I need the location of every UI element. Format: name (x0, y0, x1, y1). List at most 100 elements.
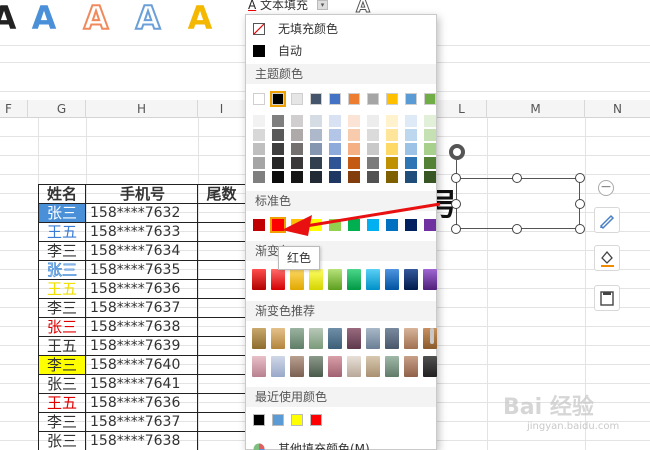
theme-shade-swatch[interactable] (424, 129, 436, 141)
selected-textbox[interactable] (456, 178, 580, 229)
text-fill-button[interactable]: A 文本填充 (248, 0, 308, 13)
theme-shade-swatch[interactable] (348, 129, 360, 141)
theme-shade-swatch[interactable] (253, 129, 265, 141)
standard-color-swatch[interactable] (270, 217, 286, 233)
theme-shade-swatch[interactable] (272, 143, 284, 155)
theme-shade-swatch[interactable] (329, 115, 341, 127)
gradient-recommend-swatch[interactable] (309, 328, 323, 349)
resize-handle[interactable] (451, 173, 461, 183)
menu-scrollbar[interactable] (430, 328, 434, 344)
phone-cell[interactable]: 158****7636 (85, 279, 198, 299)
theme-shade-swatch[interactable] (253, 171, 265, 183)
name-cell[interactable]: 李三 (38, 298, 86, 318)
theme-shade-swatch[interactable] (272, 171, 284, 183)
name-cell[interactable]: 李三 (38, 241, 86, 261)
header-phone[interactable]: 手机号 (85, 184, 198, 204)
gradient-recommend-swatch[interactable] (385, 328, 399, 349)
name-cell[interactable]: 张三 (38, 374, 86, 394)
gradient-color-swatch[interactable] (271, 269, 285, 290)
tail-cell[interactable] (197, 374, 246, 394)
theme-shade-swatch[interactable] (310, 157, 322, 169)
theme-shade-swatch[interactable] (253, 143, 265, 155)
theme-shade-swatch[interactable] (367, 115, 379, 127)
tail-cell[interactable] (197, 431, 246, 450)
text-style-yellow[interactable]: A (182, 0, 218, 40)
theme-shade-swatch[interactable] (386, 171, 398, 183)
theme-shade-swatch[interactable] (367, 143, 379, 155)
name-cell[interactable]: 张三 (38, 203, 86, 223)
theme-shade-swatch[interactable] (291, 157, 303, 169)
tail-cell[interactable] (197, 260, 246, 280)
theme-color-swatch[interactable] (367, 93, 379, 105)
theme-shade-swatch[interactable] (272, 115, 284, 127)
gradient-recommend-swatch[interactable] (423, 356, 437, 377)
theme-color-swatch[interactable] (424, 93, 436, 105)
text-style-blue[interactable]: A (26, 0, 62, 40)
theme-shade-swatch[interactable] (424, 157, 436, 169)
gradient-color-swatch[interactable] (404, 269, 418, 290)
theme-shade-swatch[interactable] (386, 129, 398, 141)
theme-shade-swatch[interactable] (291, 143, 303, 155)
gradient-color-swatch[interactable] (252, 269, 266, 290)
theme-shade-swatch[interactable] (405, 129, 417, 141)
standard-color-swatch[interactable] (424, 219, 436, 231)
name-cell[interactable]: 李三 (38, 355, 86, 375)
layout-button[interactable] (594, 285, 620, 311)
theme-color-swatch[interactable] (405, 93, 417, 105)
name-cell[interactable]: 王五 (38, 393, 86, 413)
recent-color-swatch[interactable] (291, 414, 303, 426)
tail-cell[interactable] (197, 203, 246, 223)
gradient-recommend-swatch[interactable] (404, 328, 418, 349)
resize-handle[interactable] (512, 173, 522, 183)
theme-shade-swatch[interactable] (291, 171, 303, 183)
gradient-recommend-swatch[interactable] (347, 356, 361, 377)
gradient-recommend-swatch[interactable] (271, 356, 285, 377)
resize-handle[interactable] (575, 173, 585, 183)
theme-color-swatch[interactable] (386, 93, 398, 105)
phone-cell[interactable]: 158****7634 (85, 241, 198, 261)
tail-cell[interactable] (197, 336, 246, 356)
collapse-icon[interactable]: − (598, 180, 614, 196)
no-fill-option[interactable]: 无填充颜色 (246, 19, 436, 39)
standard-color-swatch[interactable] (329, 219, 341, 231)
pen-style-button[interactable] (594, 207, 620, 233)
column-header-h[interactable]: H (86, 100, 198, 118)
column-header-i[interactable]: I (198, 100, 246, 118)
recent-color-swatch[interactable] (253, 414, 265, 426)
theme-shade-swatch[interactable] (291, 115, 303, 127)
gradient-color-swatch[interactable] (385, 269, 399, 290)
standard-color-swatch[interactable] (291, 219, 303, 231)
standard-color-swatch[interactable] (386, 219, 398, 231)
tail-cell[interactable] (197, 355, 246, 375)
theme-shade-swatch[interactable] (405, 157, 417, 169)
tail-cell[interactable] (197, 298, 246, 318)
standard-color-swatch[interactable] (310, 219, 322, 231)
column-header-f[interactable]: F (0, 100, 28, 118)
gradient-recommend-swatch[interactable] (366, 356, 380, 377)
theme-shade-swatch[interactable] (348, 143, 360, 155)
theme-shade-swatch[interactable] (348, 157, 360, 169)
tail-cell[interactable] (197, 317, 246, 337)
phone-cell[interactable]: 158****7641 (85, 374, 198, 394)
theme-color-swatch[interactable] (329, 93, 341, 105)
chevron-down-icon[interactable]: ▾ (317, 0, 328, 10)
theme-color-swatch[interactable] (270, 91, 286, 107)
tail-cell[interactable] (197, 222, 246, 242)
resize-handle[interactable] (575, 199, 585, 209)
name-cell[interactable]: 王五 (38, 336, 86, 356)
phone-cell[interactable]: 158****7633 (85, 222, 198, 242)
text-style-blue-outline[interactable]: A (130, 0, 166, 40)
gradient-recommend-swatch[interactable] (309, 356, 323, 377)
theme-shade-swatch[interactable] (310, 129, 322, 141)
column-header-l[interactable]: L (437, 100, 487, 118)
text-style-orange-outline[interactable]: A (78, 0, 114, 40)
gradient-color-swatch[interactable] (366, 269, 380, 290)
gradient-color-swatch[interactable] (423, 269, 437, 290)
recent-color-swatch[interactable] (272, 414, 284, 426)
column-header-g[interactable]: G (38, 100, 86, 118)
gradient-recommend-swatch[interactable] (328, 356, 342, 377)
standard-color-swatch[interactable] (367, 219, 379, 231)
theme-shade-swatch[interactable] (386, 157, 398, 169)
theme-shade-swatch[interactable] (310, 171, 322, 183)
name-cell[interactable]: 王五 (38, 222, 86, 242)
